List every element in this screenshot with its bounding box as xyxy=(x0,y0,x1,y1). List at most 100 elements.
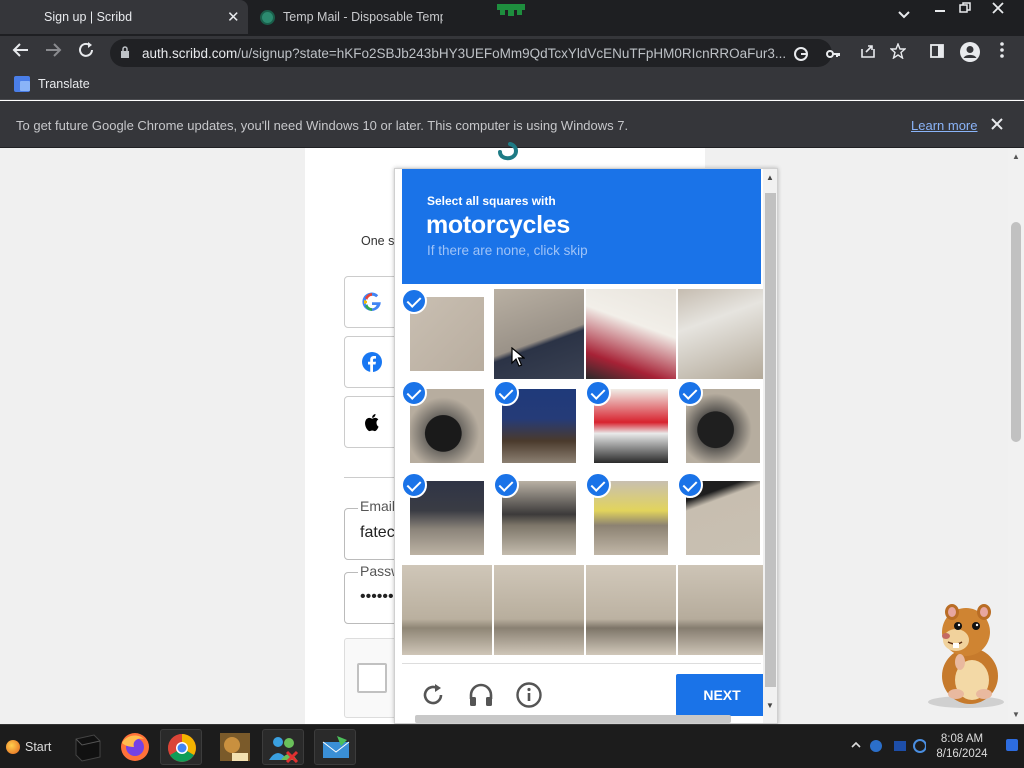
browser-toolbar: auth.scribd.com/u/signup?state=hKFo2SBJb… xyxy=(0,36,1024,70)
apple-icon xyxy=(365,414,379,432)
clock-time: 8:08 AM xyxy=(940,733,984,745)
tab-scribd-signup[interactable]: Sign up | Scribd ✕ xyxy=(0,0,248,34)
windows-orb-icon xyxy=(6,740,20,754)
url-path: /u/signup?state=hKFo2SBJb243bHY3UEFoMm9Q… xyxy=(237,46,787,61)
hamster-desktop-pet[interactable] xyxy=(926,598,1010,708)
facebook-icon xyxy=(362,352,382,372)
update-infobar: To get future Google Chrome updates, you… xyxy=(0,101,1024,148)
start-label: Start xyxy=(25,740,52,754)
captcha-tile[interactable] xyxy=(678,289,768,379)
show-desktop-icon[interactable] xyxy=(1006,739,1018,751)
captcha-tile-image xyxy=(678,289,768,379)
captcha-tile[interactable] xyxy=(586,289,676,379)
page-scrollbar[interactable]: ▲ ▼ xyxy=(1008,148,1024,724)
url-host: auth.scribd.com xyxy=(142,46,238,61)
clock-date: 8/16/2024 xyxy=(936,748,988,760)
recaptcha-checkbox[interactable] xyxy=(357,663,387,693)
temp-mail-favicon-icon xyxy=(260,10,275,25)
kebab-menu-icon[interactable] xyxy=(990,41,1014,65)
bookmarks-bar: Translate xyxy=(0,70,1024,100)
google-lens-icon[interactable] xyxy=(793,46,809,62)
url-text[interactable]: auth.scribd.com/u/signup?state=hKFo2SBJb… xyxy=(142,46,787,61)
captcha-scrollbar[interactable]: ▲ ▼ xyxy=(763,169,777,723)
captcha-scroll-down-icon[interactable]: ▼ xyxy=(766,701,774,710)
captcha-scroll-up-icon[interactable]: ▲ xyxy=(766,173,774,182)
email-value: fatec xyxy=(360,524,395,541)
captcha-scroll-thumb[interactable] xyxy=(765,193,776,687)
captcha-tile-image xyxy=(586,289,676,379)
captcha-tile[interactable] xyxy=(402,381,492,471)
start-button[interactable]: Start xyxy=(2,733,54,761)
captcha-tile[interactable] xyxy=(402,473,492,563)
captcha-hint: If there are none, click skip xyxy=(427,243,588,258)
bookmark-label: Translate xyxy=(38,77,90,91)
infobar-close-icon[interactable] xyxy=(991,114,1003,135)
captcha-tile[interactable] xyxy=(494,381,584,471)
taskbar-app-bonzi-box[interactable] xyxy=(214,729,256,765)
captcha-tile[interactable] xyxy=(494,289,584,379)
captcha-tile[interactable] xyxy=(678,565,768,655)
captcha-tile[interactable] xyxy=(402,565,492,655)
side-panel-icon[interactable] xyxy=(925,41,949,65)
address-bar[interactable]: auth.scribd.com/u/signup?state=hKFo2SBJb… xyxy=(110,39,840,67)
audio-icon[interactable] xyxy=(466,680,496,710)
captcha-tile[interactable] xyxy=(678,381,768,471)
system-tray xyxy=(850,737,927,758)
captcha-tile-image xyxy=(494,289,584,379)
page-scroll-thumb[interactable] xyxy=(1011,222,1021,442)
google-icon xyxy=(362,292,381,311)
taskbar-app-firefox[interactable] xyxy=(114,729,156,765)
window-close-icon[interactable] xyxy=(986,2,1010,17)
lock-icon[interactable] xyxy=(120,46,130,58)
back-icon[interactable] xyxy=(9,41,33,65)
captcha-horizontal-scrollbar[interactable] xyxy=(415,715,731,723)
restore-icon[interactable] xyxy=(953,2,977,17)
chrome-update-indicator-icon xyxy=(497,4,525,16)
captcha-tile[interactable] xyxy=(402,289,492,379)
recaptcha-challenge-popup: Select all squares with motorcycles If t… xyxy=(394,168,778,724)
captcha-tile-image xyxy=(678,565,768,655)
signup-tagline: One s xyxy=(361,234,395,248)
captcha-tile[interactable] xyxy=(494,565,584,655)
profile-avatar-icon[interactable] xyxy=(958,41,982,65)
scroll-down-arrow-icon[interactable]: ▼ xyxy=(1012,710,1020,719)
bookmark-star-icon[interactable] xyxy=(886,41,910,65)
minimize-icon[interactable] xyxy=(928,2,952,17)
captcha-header: Select all squares with motorcycles If t… xyxy=(402,169,761,284)
bookmark-translate[interactable]: Translate xyxy=(14,76,90,92)
password-key-icon[interactable] xyxy=(825,46,841,62)
infobar-message: To get future Google Chrome updates, you… xyxy=(16,118,629,133)
taskbar-clock[interactable]: 8:08 AM 8/16/2024 xyxy=(930,732,994,762)
captcha-tile[interactable] xyxy=(586,381,676,471)
scroll-up-arrow-icon[interactable]: ▲ xyxy=(1012,152,1020,161)
tab-title: Sign up | Scribd xyxy=(44,10,133,24)
captcha-tile[interactable] xyxy=(586,565,676,655)
info-icon[interactable] xyxy=(514,680,544,710)
tab-close-icon[interactable]: ✕ xyxy=(227,8,240,26)
tab-search-chevron-icon[interactable] xyxy=(898,8,910,23)
taskbar-app-chrome[interactable] xyxy=(160,729,202,765)
tab-strip: Sign up | Scribd ✕ Temp Mail - Disposabl… xyxy=(0,0,1024,36)
captcha-tile-image xyxy=(402,565,492,655)
captcha-tile-grid xyxy=(402,289,768,656)
captcha-tile[interactable] xyxy=(678,473,768,563)
captcha-target: motorcycles xyxy=(426,211,570,239)
tab-temp-mail[interactable]: Temp Mail - Disposable Temp xyxy=(250,0,450,34)
reload-page-icon[interactable] xyxy=(74,41,98,65)
taskbar-app-terminal[interactable] xyxy=(66,729,108,765)
learn-more-link[interactable]: Learn more xyxy=(911,118,977,133)
taskbar-app-messenger[interactable] xyxy=(262,729,304,765)
taskbar-app-mail[interactable] xyxy=(314,729,356,765)
share-icon[interactable] xyxy=(856,41,880,65)
reload-icon[interactable] xyxy=(418,680,448,710)
captcha-instruction: Select all squares with xyxy=(427,194,556,208)
mouse-cursor-icon xyxy=(511,347,525,367)
captcha-tile-image xyxy=(586,565,676,655)
forward-icon[interactable] xyxy=(41,41,65,65)
google-translate-icon xyxy=(14,76,30,92)
captcha-tile-image xyxy=(494,565,584,655)
next-button[interactable]: NEXT xyxy=(676,674,768,716)
email-label: Email xyxy=(358,498,398,514)
captcha-tile[interactable] xyxy=(586,473,676,563)
captcha-tile[interactable] xyxy=(494,473,584,563)
